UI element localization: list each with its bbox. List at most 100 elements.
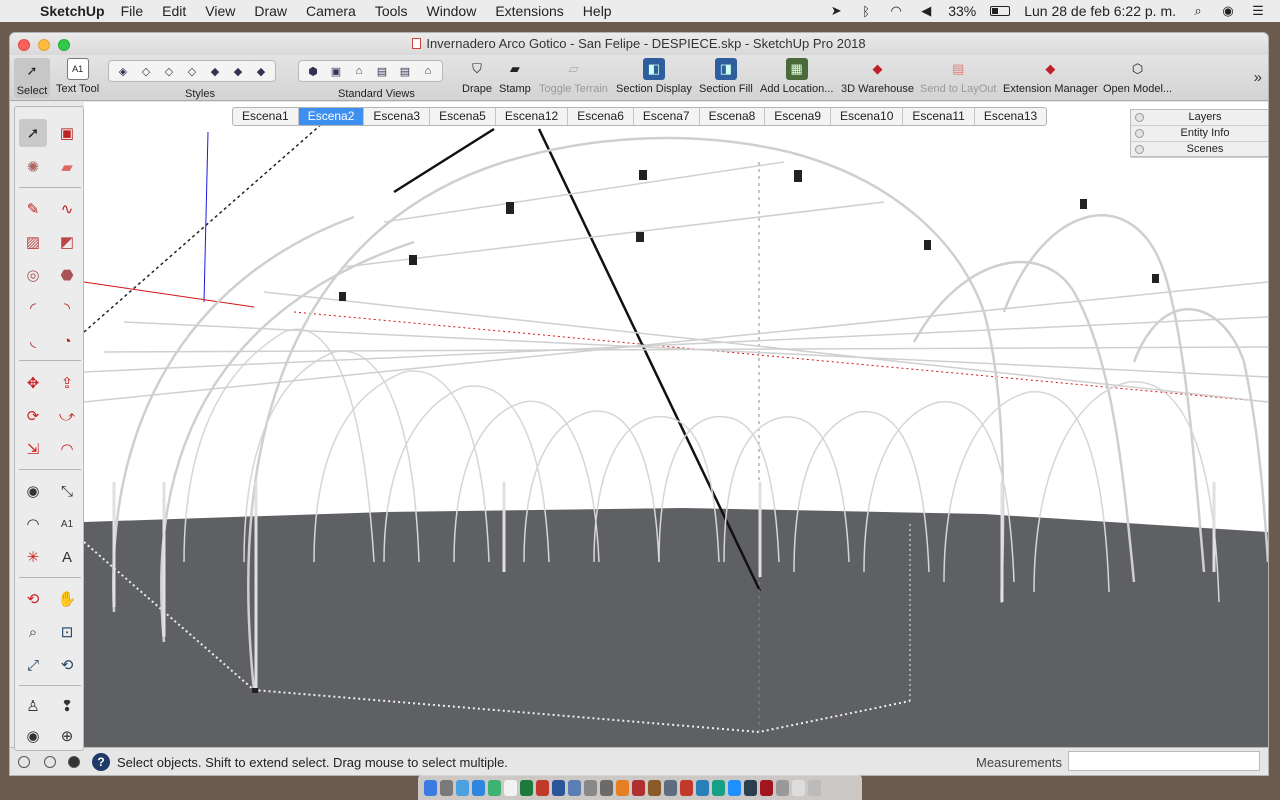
back-edges-style-icon[interactable]: ◇: [136, 63, 156, 79]
right-view-icon[interactable]: ▤: [372, 63, 392, 79]
notification-center-icon[interactable]: ☰: [1250, 3, 1266, 18]
hidden-line-style-icon[interactable]: ◇: [182, 63, 202, 79]
rotate-icon[interactable]: ⟳: [19, 402, 47, 430]
system-prefs-icon[interactable]: [584, 779, 597, 796]
move-icon[interactable]: ✥: [19, 369, 47, 397]
rectangle-icon[interactable]: ▨: [19, 228, 47, 256]
document-icon[interactable]: [792, 779, 805, 796]
menu-help[interactable]: Help: [583, 3, 612, 19]
word-icon[interactable]: [552, 779, 565, 796]
look-around-eye-icon[interactable]: ◉: [19, 722, 47, 750]
follow-me-icon[interactable]: ⤻: [53, 402, 81, 430]
mail-icon[interactable]: [568, 779, 581, 796]
two-point-arc-icon[interactable]: ◝: [53, 294, 81, 322]
sketchup-dock-icon[interactable]: [632, 779, 645, 796]
rotated-rectangle-icon[interactable]: ◩: [53, 228, 81, 256]
panel-toggle-icon[interactable]: [1135, 113, 1144, 122]
trash-icon[interactable]: [808, 779, 821, 796]
tab-escena10[interactable]: Escena10: [831, 108, 904, 125]
walk-footprints-icon[interactable]: ❢: [53, 692, 81, 720]
top-view-icon[interactable]: ▣: [326, 63, 346, 79]
zoom-window-icon[interactable]: ⊡: [53, 618, 81, 646]
geolocation-icon[interactable]: [18, 756, 30, 768]
orbit-icon[interactable]: ⟲: [19, 585, 47, 613]
menu-camera[interactable]: Camera: [306, 3, 356, 19]
shaded-style-icon[interactable]: ◆: [205, 63, 225, 79]
three-point-arc-icon[interactable]: ◟: [19, 327, 47, 355]
drape-button[interactable]: ⛉ Drape: [462, 58, 492, 95]
wireframe-style-icon[interactable]: ◇: [159, 63, 179, 79]
window-titlebar[interactable]: Invernadero Arco Gotico - San Felipe - D…: [10, 33, 1268, 55]
3d-warehouse-button[interactable]: ◆ 3D Warehouse: [841, 58, 914, 95]
excel-icon[interactable]: [520, 779, 533, 796]
previous-view-icon[interactable]: ⟲: [53, 651, 81, 679]
menu-file[interactable]: File: [121, 3, 144, 19]
calendar-icon[interactable]: [504, 779, 517, 796]
app-icon[interactable]: [648, 779, 661, 796]
tray-panel-layers[interactable]: Layers: [1131, 110, 1268, 126]
credits-icon[interactable]: [44, 756, 56, 768]
toolbar-overflow-chevron-icon[interactable]: »: [1254, 69, 1262, 86]
chrome-icon[interactable]: [488, 779, 501, 796]
instructor-help-icon[interactable]: ?: [92, 753, 110, 771]
tab-escena6[interactable]: Escena6: [568, 108, 634, 125]
dimension-icon[interactable]: ⤡: [53, 477, 81, 505]
app-icon[interactable]: [712, 779, 725, 796]
window-minimize-button[interactable]: [38, 39, 50, 51]
eraser-icon[interactable]: ▰: [53, 153, 81, 181]
volume-icon[interactable]: ◀: [918, 3, 934, 18]
3d-text-icon[interactable]: A: [53, 543, 81, 571]
acrobat-icon[interactable]: [760, 779, 773, 796]
menu-view[interactable]: View: [205, 3, 235, 19]
finder-icon[interactable]: [424, 779, 437, 796]
line-pencil-icon[interactable]: ✎: [19, 195, 47, 223]
safari-icon[interactable]: [472, 779, 485, 796]
tape-measure-icon[interactable]: ◉: [19, 477, 47, 505]
vlc-icon[interactable]: [616, 779, 629, 796]
measurements-input[interactable]: [1068, 751, 1260, 771]
pie-icon[interactable]: ◔: [53, 327, 81, 355]
tab-escena2[interactable]: Escena2: [298, 108, 365, 125]
extension-manager-button[interactable]: ◆ Extension Manager: [1003, 58, 1098, 95]
select-arrow-icon[interactable]: ➚: [19, 119, 47, 147]
bluetooth-icon[interactable]: ᛒ: [858, 4, 874, 19]
axes-icon[interactable]: ✳: [19, 543, 47, 571]
tray-panel-scenes[interactable]: Scenes: [1131, 142, 1268, 158]
push-pull-icon[interactable]: ⇪: [53, 369, 81, 397]
battery-percent[interactable]: 33%: [948, 3, 976, 19]
front-view-icon[interactable]: ⌂: [349, 63, 369, 79]
siri-icon[interactable]: ◉: [1220, 3, 1236, 18]
protractor-icon[interactable]: ◠: [19, 510, 47, 538]
user-account-icon[interactable]: [68, 756, 80, 768]
tab-escena13[interactable]: Escena13: [975, 108, 1046, 125]
tab-escena5[interactable]: Escena5: [430, 108, 496, 125]
zoom-icon[interactable]: ⌕: [19, 618, 47, 646]
section-fill-button[interactable]: ◨ Section Fill: [699, 58, 753, 95]
stamp-button[interactable]: ▰ Stamp: [499, 58, 531, 95]
back-view-icon[interactable]: ▤: [395, 63, 415, 79]
menu-draw[interactable]: Draw: [254, 3, 287, 19]
battery-icon[interactable]: [990, 6, 1011, 16]
pan-hand-icon[interactable]: ✋: [53, 585, 81, 613]
section-plane-icon[interactable]: ⊕: [53, 722, 81, 750]
tab-escena1[interactable]: Escena1: [233, 108, 299, 125]
position-camera-icon[interactable]: ♙: [19, 692, 47, 720]
section-display-button[interactable]: ◧ Section Display: [616, 58, 692, 95]
menu-extensions[interactable]: Extensions: [495, 3, 563, 19]
spotlight-search-icon[interactable]: ⌕: [1190, 3, 1206, 18]
circle-icon[interactable]: ◎: [19, 261, 47, 289]
paint-bucket-icon[interactable]: ✺: [19, 153, 47, 181]
left-view-icon[interactable]: ⌂: [418, 63, 438, 79]
toggle-terrain-button[interactable]: ▱ Toggle Terrain: [539, 58, 608, 95]
clock[interactable]: Lun 28 de feb 6:22 p. m.: [1024, 3, 1176, 19]
monochrome-style-icon[interactable]: ◆: [251, 63, 271, 79]
text-icon[interactable]: A1: [53, 510, 81, 538]
panel-toggle-icon[interactable]: [1135, 145, 1144, 154]
app-menu[interactable]: SketchUp: [40, 3, 105, 19]
menu-edit[interactable]: Edit: [162, 3, 186, 19]
preview-icon[interactable]: [664, 779, 677, 796]
menu-window[interactable]: Window: [427, 3, 477, 19]
send-to-layout-button[interactable]: ▤ Send to LayOut: [920, 58, 996, 95]
tab-escena3[interactable]: Escena3: [364, 108, 431, 125]
launchpad-icon[interactable]: [456, 779, 469, 796]
